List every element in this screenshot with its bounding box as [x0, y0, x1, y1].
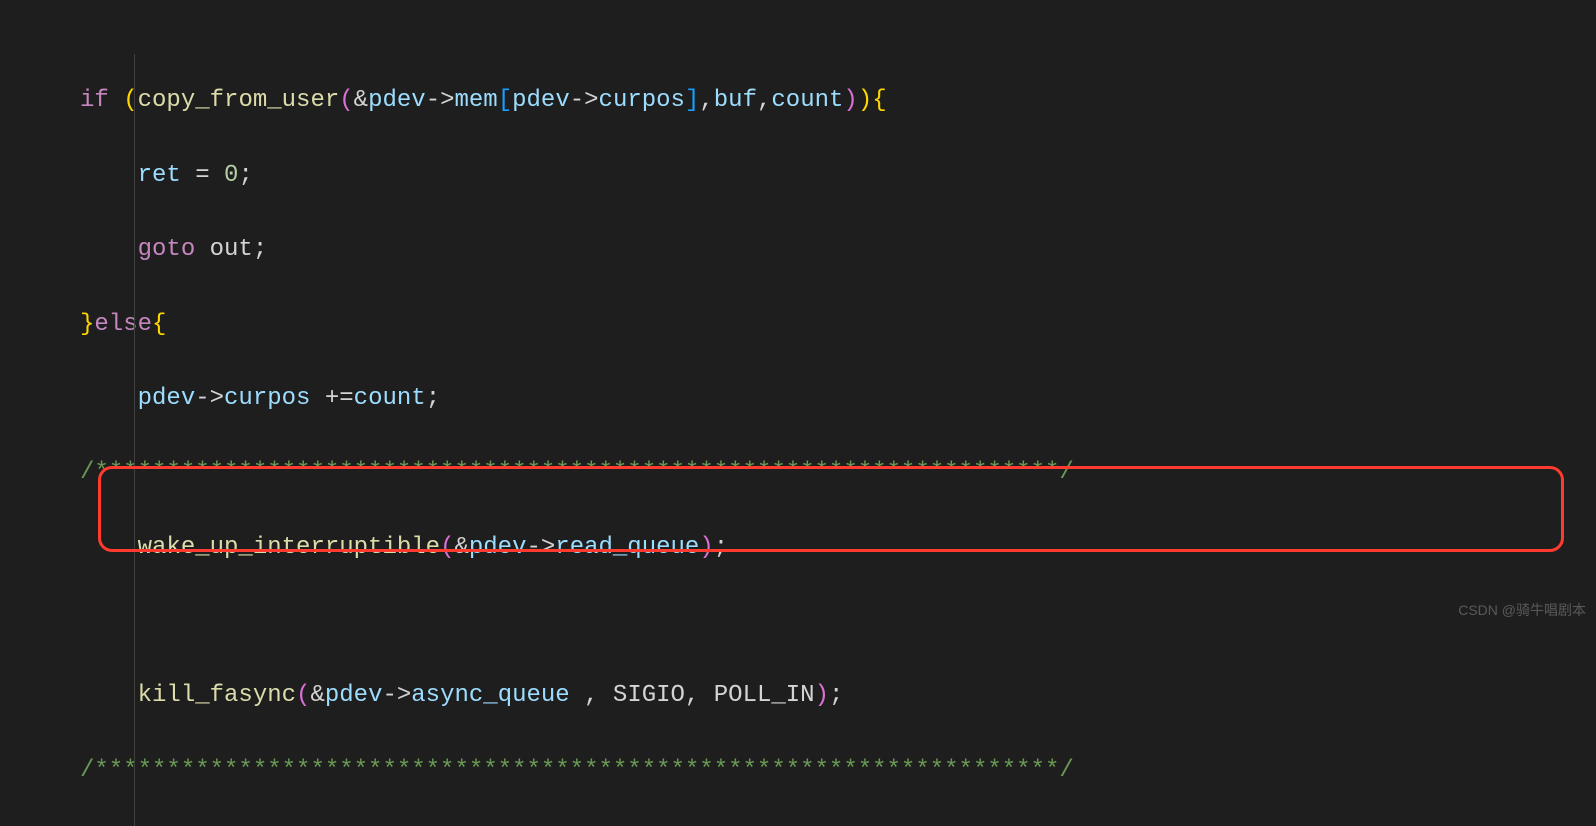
code-line: ret = 0;: [80, 157, 1596, 194]
watermark-text: CSDN @骑牛唱剧本: [1458, 600, 1586, 622]
code-line-highlighted: kill_fasync(&pdev->async_queue , SIGIO, …: [80, 677, 1596, 714]
code-line-blank: [80, 603, 1596, 640]
code-line: }else{: [80, 306, 1596, 343]
fn-wake-up-interruptible: wake_up_interruptible: [138, 534, 440, 561]
code-line-comment: /***************************************…: [80, 454, 1596, 491]
keyword-goto: goto: [138, 236, 196, 263]
code-line: goto out;: [80, 231, 1596, 268]
code-editor[interactable]: if (copy_from_user(&pdev->mem[pdev->curp…: [0, 8, 1596, 826]
code-line: wake_up_interruptible(&pdev->read_queue)…: [80, 529, 1596, 566]
code-line-comment: /***************************************…: [80, 752, 1596, 789]
keyword-else: else: [94, 311, 152, 338]
code-line: pdev->curpos +=count;: [80, 380, 1596, 417]
fn-copy-from-user: copy_from_user: [138, 87, 340, 114]
indent-guide: [134, 54, 135, 826]
keyword-if: if: [80, 87, 109, 114]
code-line: if (copy_from_user(&pdev->mem[pdev->curp…: [80, 82, 1596, 119]
fn-kill-fasync: kill_fasync: [138, 682, 296, 709]
